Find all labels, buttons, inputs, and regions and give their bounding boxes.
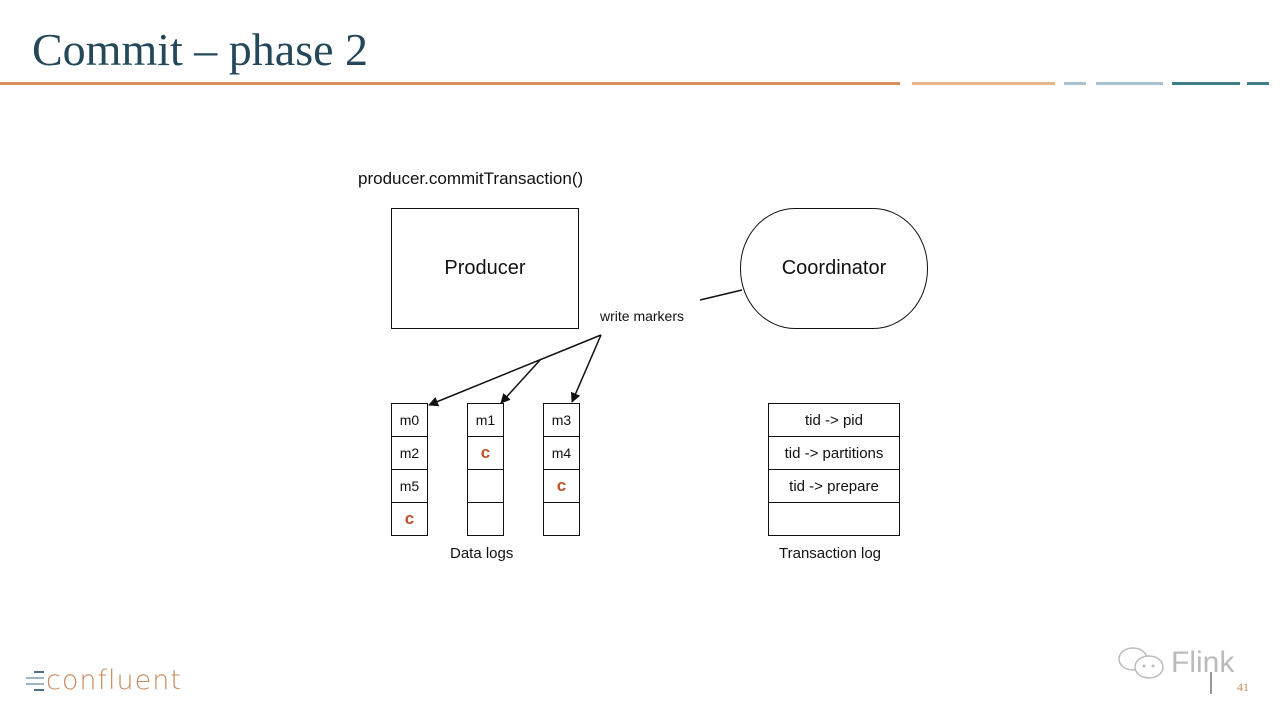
arrow-to-partition-1 [500,358,542,404]
transaction-log: tid -> pid tid -> partitions tid -> prep… [768,403,900,536]
transaction-log-entry-empty [768,502,900,536]
commit-call-label: producer.commitTransaction() [358,169,584,188]
page-number-divider [1210,672,1212,694]
log-entry: m5 [391,469,428,502]
data-log-partition-1: m1 c [467,403,504,536]
log-entry-empty [543,502,580,536]
transaction-log-caption: Transaction log [779,545,881,562]
write-markers-label: write markers [600,308,685,324]
log-entry-empty [467,469,504,502]
coordinator-label: Coordinator [781,257,887,279]
producer-box: Producer [391,208,579,329]
log-entry: m1 [467,403,504,436]
commit-marker: c [467,436,504,469]
transaction-log-entry: tid -> pid [768,403,900,436]
connector-layer [428,289,743,407]
chat-bubbles-icon [1118,647,1164,679]
data-logs-caption: Data logs [450,545,514,562]
watermark: Flink [1115,645,1234,681]
transaction-log-entry: tid -> prepare [768,469,900,502]
commit-marker: c [543,469,580,502]
page-number: 41 [1237,680,1249,694]
log-entry: m3 [543,403,580,436]
coordinator-connector-line [699,289,743,301]
data-log-partition-0: m0 m2 m5 c [391,403,428,536]
confluent-logo-text: confluent [46,665,182,696]
confluent-logo: confluent [26,665,182,696]
data-log-partition-2: m3 m4 c [543,403,580,536]
commit-diagram: producer.commitTransaction() Producer Co… [0,0,1280,720]
confluent-logo-mark-icon [26,670,44,691]
transaction-log-entry: tid -> partitions [768,436,900,469]
log-entry: m4 [543,436,580,469]
watermark-text: Flink [1171,646,1235,679]
log-entry-empty [467,502,504,536]
log-entry: m0 [391,403,428,436]
coordinator-box: Coordinator [740,208,928,329]
log-entry: m2 [391,436,428,469]
commit-marker: c [391,502,428,536]
producer-label: Producer [444,257,526,279]
